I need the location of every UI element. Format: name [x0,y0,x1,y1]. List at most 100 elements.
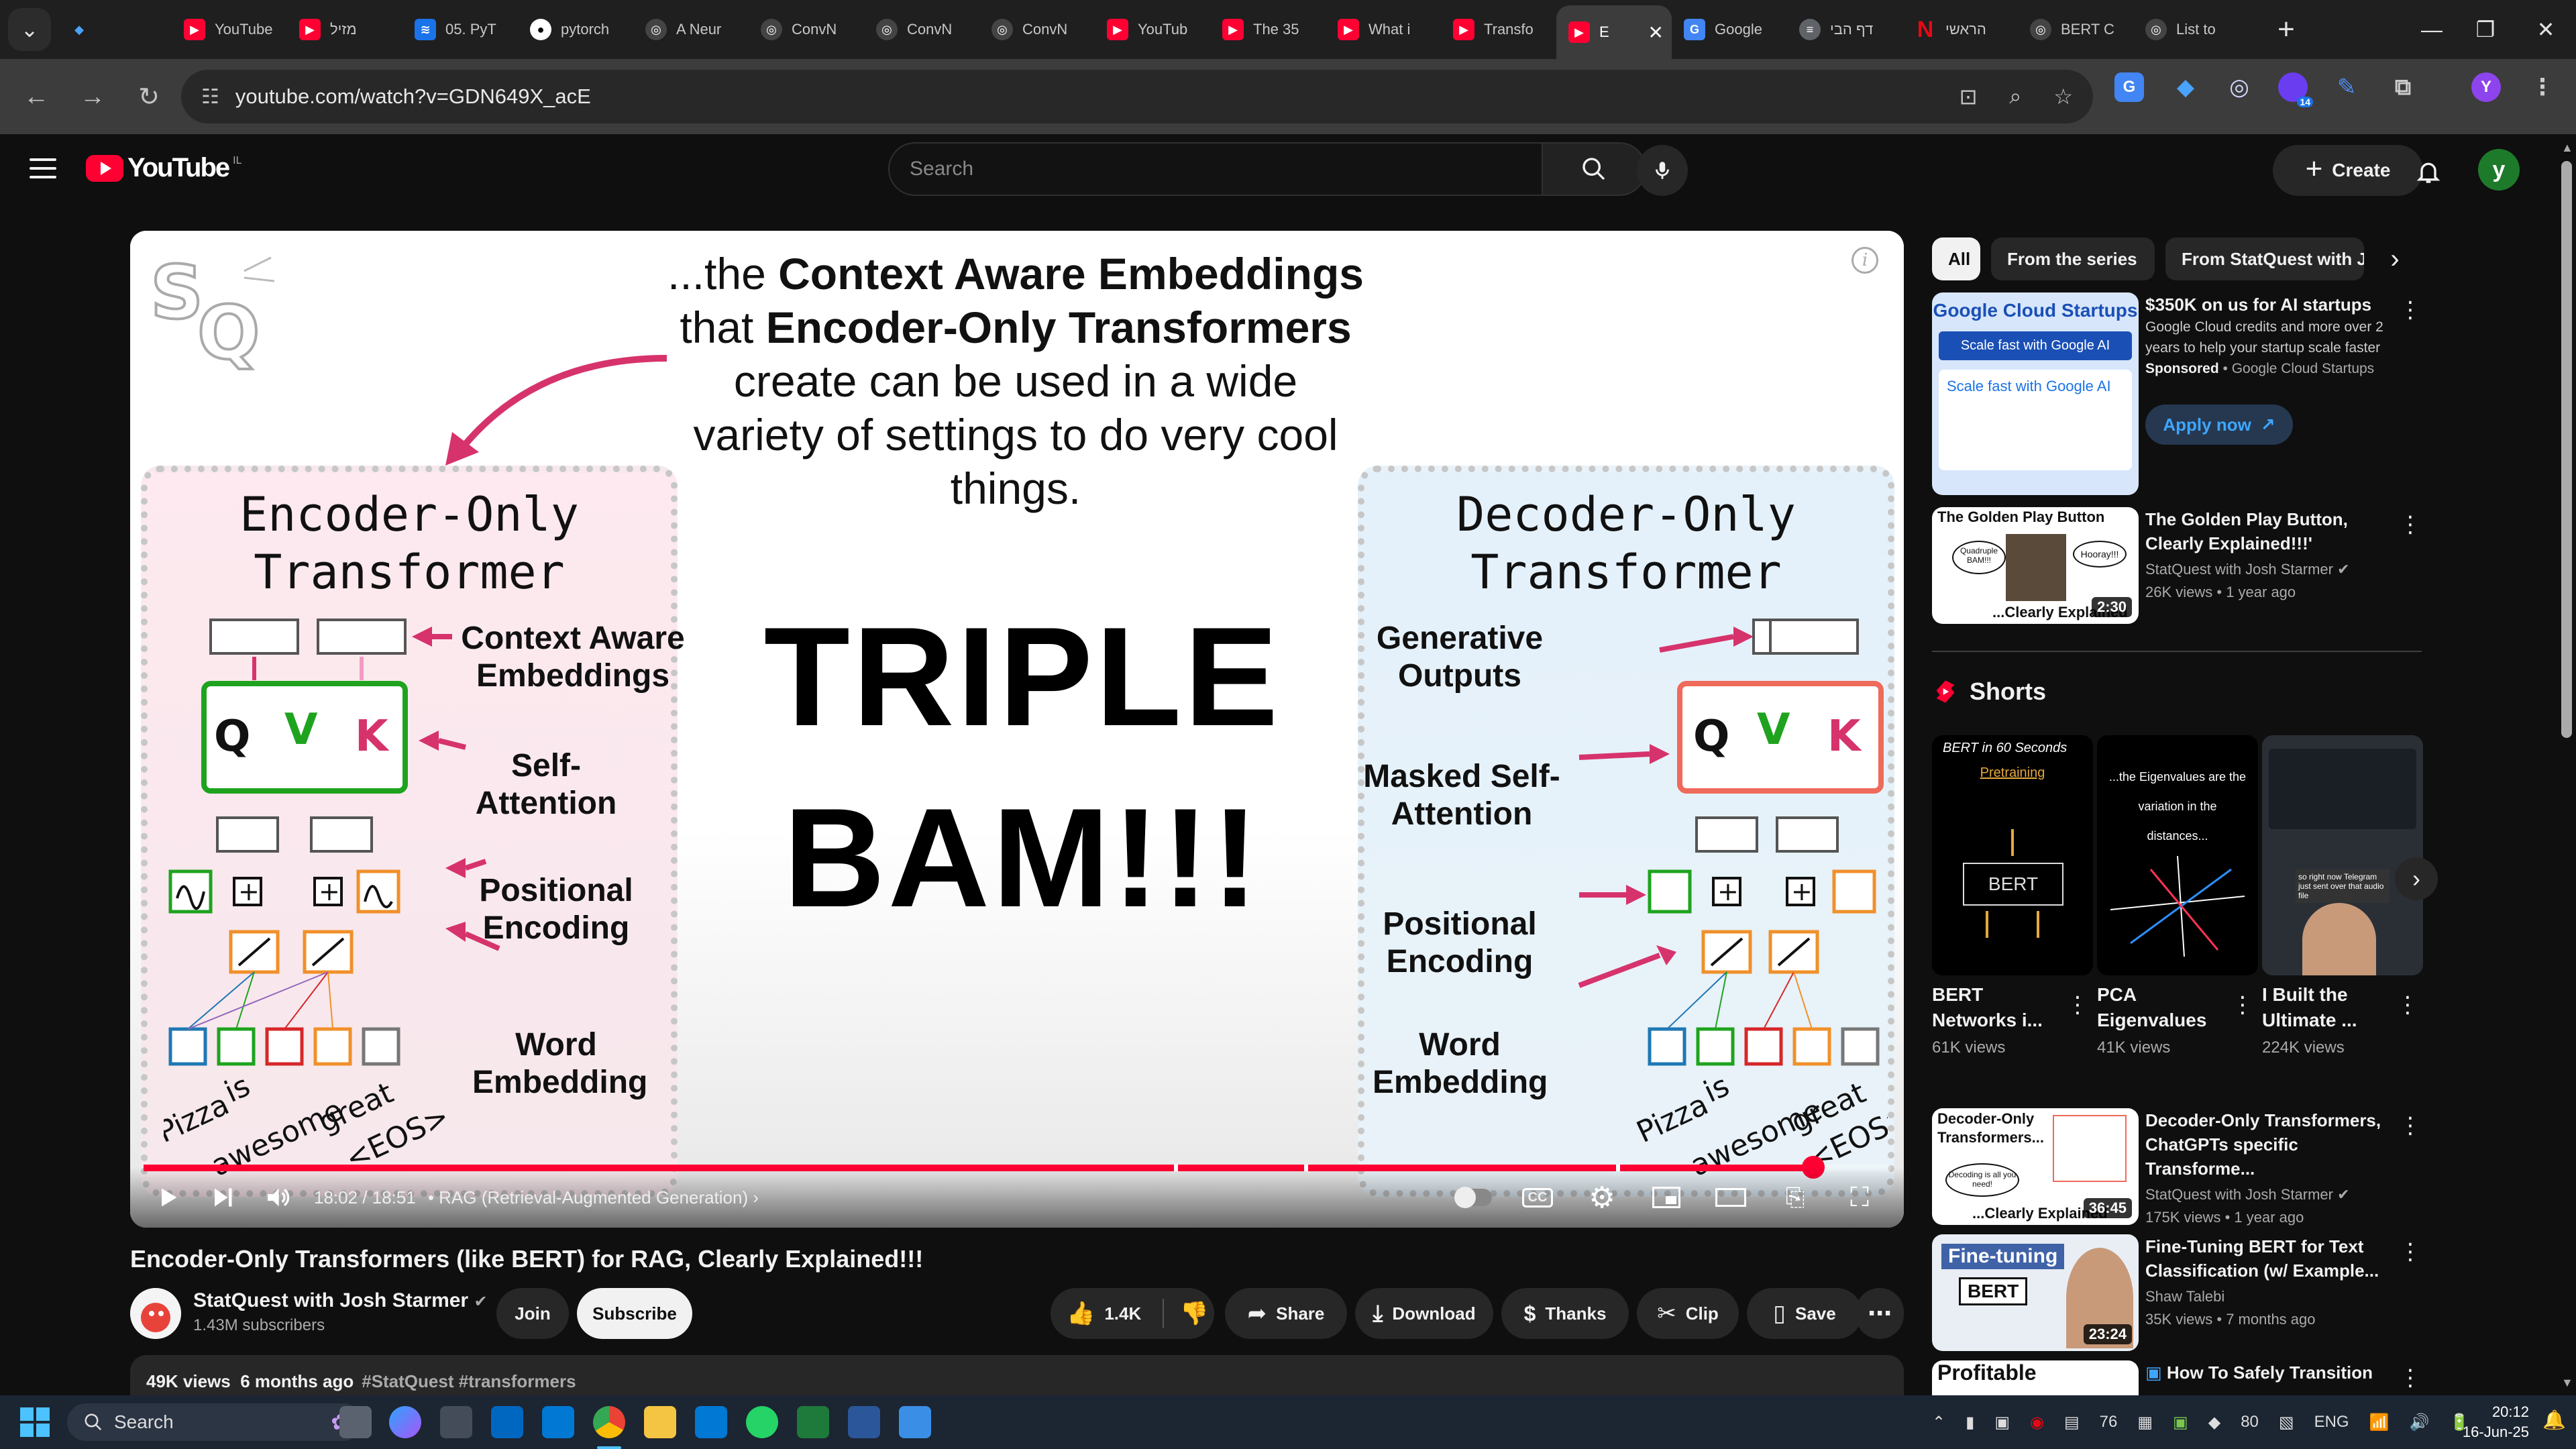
browser-tab[interactable]: ▶ Transfo [1441,5,1556,54]
like-button[interactable]: 👍 1.4K [1067,1300,1141,1327]
taskbar-clock[interactable]: 20:12 16-Jun-25 [2449,1402,2529,1442]
zoom-icon[interactable]: ⌕ [2009,84,2021,109]
recommended-video[interactable]: Fine-tuning BERT 23:24 Fine-Tuning BERT … [1932,1234,2422,1351]
tray-overflow-icon[interactable]: ⌃ [1932,1413,1945,1432]
browser-tab[interactable]: G Google [1672,5,1787,54]
captions-button[interactable]: CC [1517,1177,1558,1218]
browser-tab[interactable]: ▶ YouTube [172,5,287,54]
reload-button[interactable]: ↻ [122,70,176,123]
notification-icon[interactable]: 🔔 [2542,1409,2566,1431]
voice-search-button[interactable] [1637,145,1688,196]
chapter-button[interactable]: • RAG (Retrieval-Augmented Generation) › [428,1187,759,1208]
short-menu-button[interactable]: ⋮ [2066,991,2089,1018]
chip-all[interactable]: All [1932,237,1980,280]
tray-app-icon[interactable]: ▦ [2137,1413,2153,1432]
info-icon[interactable]: i [1851,247,1878,274]
language-indicator[interactable]: ENG [2314,1413,2349,1432]
install-app-icon[interactable]: ⊡ [1960,84,1978,109]
youtube-logo[interactable]: YouTube IL [86,153,242,183]
recommended-video[interactable]: Profitable ▣ How To Safely Transition ⋮ [1932,1360,2422,1395]
extensions-puzzle-icon[interactable]: ⧉ [2388,72,2418,102]
hashtags[interactable]: #StatQuest #transformers [362,1371,576,1391]
bookmark-star-icon[interactable]: ☆ [2053,84,2073,109]
wifi-icon[interactable]: 📶 [2369,1413,2390,1432]
word-icon[interactable] [848,1406,880,1438]
chrome-menu-icon[interactable]: ⋮ [2528,72,2557,102]
tray-app-icon[interactable]: ◉ [2030,1413,2044,1432]
dislike-button[interactable]: 👎 [1180,1300,1208,1327]
video-player[interactable]: S Q i ...the Context Aware Embeddings th… [130,231,1904,1228]
download-button[interactable]: ⤓ Download [1355,1288,1493,1339]
video-thumbnail[interactable]: The Golden Play Button Quadruple BAM!!! … [1932,507,2139,624]
tray-app-icon[interactable]: ◆ [2208,1413,2220,1432]
theater-mode-button[interactable] [1711,1177,1751,1218]
browser-tab[interactable]: ▶ The 35 [1210,5,1326,54]
clip-button[interactable]: ✂ Clip [1637,1288,1739,1339]
browser-tab[interactable]: ● pytorch [518,5,633,54]
play-button[interactable] [148,1177,188,1218]
short-card[interactable]: ...the Eigenvalues are the variation in … [2097,735,2258,1057]
short-thumbnail[interactable]: ...the Eigenvalues are the variation in … [2097,735,2258,975]
share-button[interactable]: ➦ Share [1225,1288,1347,1339]
settings-button[interactable]: ⚙ [1582,1177,1622,1218]
video-thumbnail[interactable]: Decoder-Only Transformers... Decoding is… [1932,1108,2139,1225]
browser-tab[interactable]: ◎ BERT C [2018,5,2133,54]
new-tab-button[interactable]: + [2265,13,2308,46]
outlook-icon[interactable] [542,1406,574,1438]
browser-tab[interactable]: ◎ ConvN [749,5,864,54]
short-thumbnail[interactable]: so right now Telegram just sent over tha… [2262,735,2423,975]
browser-tab[interactable]: ◎ ConvN [979,5,1095,54]
browser-tab[interactable]: ▶ E ✕ [1556,5,1672,59]
browser-tab[interactable]: N הראשי [1902,5,2018,54]
vscode-icon[interactable] [695,1406,727,1438]
chrome-icon[interactable] [593,1406,625,1438]
recommended-video[interactable]: The Golden Play Button Quadruple BAM!!! … [1932,507,2422,624]
browser-tab[interactable]: ◎ A Neur [633,5,749,54]
thanks-button[interactable]: $ Thanks [1501,1288,1629,1339]
short-card[interactable]: BERT in 60 Seconds Pretraining BERT BERT… [1932,735,2093,1057]
scroll-up-icon[interactable]: ▲ [2561,141,2573,155]
miniplayer-button[interactable] [1646,1177,1686,1218]
save-button[interactable]: ▯ Save [1747,1288,1862,1339]
next-button[interactable] [203,1177,243,1218]
chip-from-series[interactable]: From the series [1991,237,2155,280]
tray-app-icon[interactable]: ▤ [2064,1413,2080,1432]
weather-temp[interactable]: 76 [2100,1413,2118,1432]
file-explorer-icon[interactable] [644,1406,676,1438]
tab-search-button[interactable]: ⌄ [8,8,51,51]
browser-tab[interactable]: ▶ מזיל [287,5,402,54]
browser-tab[interactable]: ≋ 05. PyT [402,5,518,54]
video-menu-button[interactable]: ⋮ [2399,1238,2422,1265]
app-icon[interactable] [491,1406,523,1438]
tray-app-icon[interactable]: ▧ [2279,1413,2294,1432]
excel-icon[interactable] [797,1406,829,1438]
fullscreen-button[interactable]: ⛶ [1839,1177,1880,1218]
short-menu-button[interactable]: ⋮ [2396,991,2419,1018]
whatsapp-icon[interactable] [746,1406,778,1438]
mute-button[interactable] [258,1177,298,1218]
apply-now-button[interactable]: Apply now ↗ [2145,405,2293,445]
search-input[interactable]: Search [888,142,1543,196]
close-tab-icon[interactable]: ✕ [1648,21,1664,44]
video-thumbnail[interactable]: Profitable [1932,1360,2139,1395]
url-text[interactable]: youtube.com/watch?v=GDN649X_acE [235,85,591,109]
short-card[interactable]: so right now Telegram just sent over tha… [2262,735,2423,1057]
chatgpt-extension-icon[interactable]: ◎ [2224,72,2254,102]
address-bar[interactable]: ☷ youtube.com/watch?v=GDN649X_acE ⊡ ⌕ ☆ [181,70,2093,123]
tray-app-icon[interactable]: ▮ [1966,1413,1974,1432]
video-menu-button[interactable]: ⋮ [2399,1364,2422,1391]
recommended-video[interactable]: Decoder-Only Transformers... Decoding is… [1932,1108,2422,1226]
extension-with-badge-icon[interactable]: 14 [2278,72,2313,107]
browser-tab[interactable]: ▶ YouTub [1095,5,1210,54]
app-icon[interactable] [440,1406,472,1438]
channel-name[interactable]: StatQuest with Josh Starmer ✔ [193,1289,488,1312]
copilot-icon[interactable] [389,1406,421,1438]
sponsored-card[interactable]: Google Cloud Startups Scale fast with Go… [1932,292,2422,495]
search-button[interactable] [1543,142,1646,196]
close-window-button[interactable]: ✕ [2509,0,2576,59]
app-icon[interactable] [899,1406,931,1438]
join-button[interactable]: Join [496,1288,569,1339]
video-thumbnail[interactable]: Fine-tuning BERT 23:24 [1932,1234,2139,1351]
autoplay-toggle[interactable] [1453,1177,1493,1218]
cast-button[interactable]: ⎘ [1775,1177,1815,1218]
